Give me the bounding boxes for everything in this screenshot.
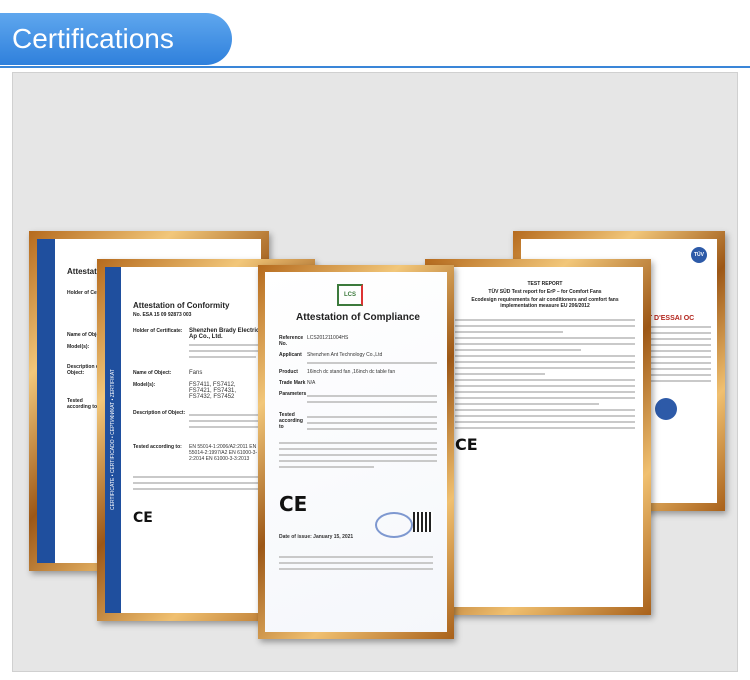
cert5-tuv-seal: [655, 398, 677, 420]
cert3-tested-label: Tested according to: [279, 412, 303, 430]
certificates-panel: TÜV SG-HS-05195 CERTIFICAT D'ESSAI OC At…: [12, 72, 738, 672]
cert2-models-value: FS7411, FS7412, FS7421, FS7431, FS7432, …: [189, 382, 237, 400]
cert2-tested-label: Tested according to:: [133, 444, 182, 450]
cert2-desc-label: Description of Object:: [133, 410, 186, 416]
cert2-holder-label: Holder of Certificate:: [133, 328, 183, 334]
cert3-trademark-label: Trade Mark: [279, 380, 306, 386]
certificate-frame-3[interactable]: LCS Attestation of Compliance Reference …: [258, 265, 454, 639]
certificate-paper-3: LCS Attestation of Compliance Reference …: [265, 272, 447, 632]
cert2-holder-value: Shenzhen Brady Electrical Ap Co., Ltd.: [189, 328, 265, 340]
certificate-frame-4[interactable]: TEST REPORT TÜV SÜD Test report for ErP …: [425, 259, 651, 615]
cert3-reference-value: LCS201211004HS: [307, 335, 349, 341]
certificate-paper-4: TEST REPORT TÜV SÜD Test report for ErP …: [433, 267, 643, 607]
tuv-logo: TÜV: [691, 247, 707, 263]
cert2-standards: EN 55014-1:2006/A2:2011 EN 55014-2:1997/…: [189, 444, 258, 462]
cert2-models-label: Model(s):: [133, 382, 156, 388]
cert3-stamp: [375, 512, 413, 538]
cert3-applicant-value: Shenzhen Ant Technology Co.,Ltd: [307, 352, 383, 358]
section-title: Certifications: [12, 23, 174, 54]
lcs-logo: LCS: [337, 284, 363, 306]
cert4-ce-mark: CE: [455, 435, 478, 454]
section-title-tab: Certifications: [0, 13, 232, 65]
cert1-side-strip: [37, 239, 55, 563]
cert3-qr-code: [413, 512, 433, 532]
cert2-side-strip: CERTIFICATE • CERTIFICADO • СЕРТИФИКАТ •…: [105, 267, 121, 613]
cert3-trademark-value: N/A: [307, 380, 316, 386]
cert3-applicant-label: Applicant: [279, 352, 302, 358]
cert3-reference-label: Reference No.: [279, 335, 304, 347]
cert3-title: Attestation of Compliance: [296, 312, 420, 323]
cert3-date: Date of issue: January 15, 2021: [279, 534, 354, 540]
title-underline: [0, 66, 750, 68]
cert3-product-value: 16inch dc stand fan ,16inch dc table fan: [307, 369, 396, 375]
cert4-subtitle: TÜV SÜD Test report for ErP – for Comfor…: [488, 289, 602, 295]
cert4-title: TEST REPORT: [527, 281, 563, 287]
cert3-product-label: Product: [279, 369, 298, 375]
cert2-name-label: Name of Object:: [133, 370, 172, 376]
cert3-params-label: Parameters: [279, 391, 307, 397]
cert4-section: Ecodesign requirements for air condition…: [471, 297, 619, 309]
cert2-name-value: Fans: [189, 370, 203, 376]
